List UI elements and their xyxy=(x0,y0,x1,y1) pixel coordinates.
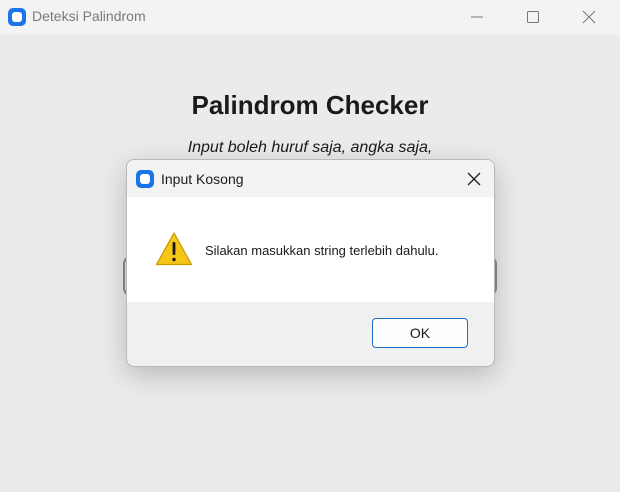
close-icon xyxy=(582,10,596,24)
dialog-close-button[interactable] xyxy=(460,165,488,193)
window-title: Deteksi Palindrom xyxy=(32,8,146,24)
minimize-button[interactable] xyxy=(450,0,504,34)
app-icon xyxy=(8,8,26,26)
close-button[interactable] xyxy=(562,0,616,34)
page-subtitle: Input boleh huruf saja, angka saja, xyxy=(187,139,433,156)
maximize-icon xyxy=(527,11,539,23)
ok-button[interactable]: OK xyxy=(372,318,468,348)
warning-icon xyxy=(155,232,193,266)
dialog-titlebar: Input Kosong xyxy=(127,160,494,197)
dialog-body: Silakan masukkan string terlebih dahulu. xyxy=(127,197,494,302)
page-title: Palindrom Checker xyxy=(191,90,429,120)
window-titlebar: Deteksi Palindrom xyxy=(0,0,620,34)
dialog-message: Silakan masukkan string terlebih dahulu. xyxy=(205,243,439,258)
close-icon xyxy=(467,172,481,186)
maximize-button[interactable] xyxy=(506,0,560,34)
dialog-app-icon xyxy=(136,170,154,188)
message-dialog: Input Kosong Silakan masukkan string ter… xyxy=(126,159,495,367)
minimize-icon xyxy=(471,16,483,18)
dialog-title: Input Kosong xyxy=(161,171,244,187)
